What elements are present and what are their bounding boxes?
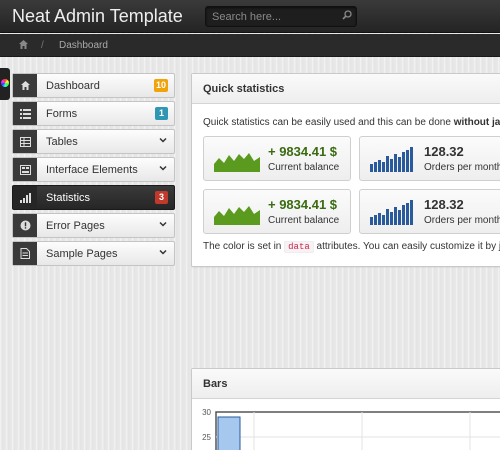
- bar-sparkline-icon: [370, 147, 413, 172]
- panel-title: Bars: [192, 369, 500, 399]
- search-icon[interactable]: [342, 10, 352, 23]
- sidebar-item-label: Error Pages: [46, 220, 105, 232]
- home-icon: [13, 74, 37, 97]
- table-icon: [13, 130, 37, 153]
- stat-value: 128.32: [424, 144, 464, 159]
- bar-chart: 30 25: [202, 408, 500, 450]
- breadcrumb-current[interactable]: Dashboard: [59, 40, 108, 51]
- note-prefix: The color is set in: [203, 241, 285, 252]
- breadcrumb: / Dashboard: [0, 34, 500, 57]
- top-navbar: Neat Admin Template: [0, 0, 500, 33]
- chevron-down-icon: [159, 165, 167, 171]
- chevron-down-icon: [159, 249, 167, 255]
- count-badge: 10: [153, 79, 168, 92]
- bars-chart-panel: Bars 30 25: [191, 368, 500, 450]
- stat-label: Orders per month: [424, 215, 500, 226]
- stat-label: Current balance: [268, 162, 340, 173]
- sidebar-item-statistics[interactable]: Statistics 3: [12, 185, 175, 210]
- color-wheel-icon: [1, 79, 9, 87]
- stat-value: + 9834.41 $: [268, 197, 338, 212]
- quick-statistics-panel: Quick statistics Quick statistics can be…: [191, 73, 500, 267]
- sidebar-item-label: Forms: [46, 108, 78, 120]
- sidebar-item-forms[interactable]: Forms 1: [12, 101, 175, 126]
- stat-value: + 9834.41 $: [268, 144, 338, 159]
- stat-label: Current balance: [268, 215, 340, 226]
- search-input[interactable]: [206, 7, 336, 26]
- stat-box-balance[interactable]: + 9834.41 $ Current balance: [203, 136, 351, 181]
- sidebar-item-label: Statistics: [46, 192, 91, 204]
- sidebar-item-sample-pages[interactable]: Sample Pages: [12, 241, 175, 266]
- intro-bold: without ja: [453, 117, 500, 128]
- list-icon: [13, 102, 37, 125]
- inline-code: data: [284, 241, 314, 253]
- plot-frame: [215, 411, 500, 450]
- pages-icon: [13, 242, 37, 265]
- sidebar-item-dashboard[interactable]: Dashboard 10: [12, 73, 175, 98]
- home-icon[interactable]: [18, 39, 29, 50]
- stat-label: Orders per month: [424, 162, 500, 173]
- count-badge: 1: [155, 107, 168, 120]
- sidebar-item-label: Sample Pages: [46, 248, 118, 260]
- y-tick-label: 30: [202, 408, 211, 417]
- theme-switcher[interactable]: [0, 68, 10, 100]
- stat-value: 128.32: [424, 197, 464, 212]
- sidebar-item-label: Dashboard: [46, 80, 100, 92]
- sidebar-item-label: Tables: [46, 136, 78, 148]
- panel-intro-text: Quick statistics can be easily used and …: [203, 117, 500, 128]
- bar-sparkline-icon: [370, 200, 413, 225]
- area-sparkline-icon: [214, 153, 260, 172]
- sidebar-item-label: Interface Elements: [46, 164, 138, 176]
- brand-title[interactable]: Neat Admin Template: [12, 6, 183, 27]
- sidebar: Dashboard 10 Forms 1 Tables Interface El…: [12, 73, 175, 269]
- y-tick-label: 25: [202, 433, 211, 442]
- statistics-icon: [13, 186, 37, 209]
- panel-title: Quick statistics: [192, 74, 500, 104]
- chevron-down-icon: [159, 137, 167, 143]
- count-badge: 3: [155, 191, 168, 204]
- area-sparkline-icon: [214, 206, 260, 225]
- breadcrumb-separator: /: [41, 40, 44, 51]
- panel-note-text: The color is set in data attributes. You…: [203, 241, 500, 253]
- stat-box-orders[interactable]: 128.32 Orders per month: [359, 189, 500, 234]
- sidebar-item-tables[interactable]: Tables: [12, 129, 175, 154]
- chevron-down-icon: [159, 221, 167, 227]
- stat-box-balance[interactable]: + 9834.41 $ Current balance: [203, 189, 351, 234]
- note-suffix: attributes. You can easily customize it …: [313, 241, 500, 252]
- sidebar-item-interface-elements[interactable]: Interface Elements: [12, 157, 175, 182]
- chart-bar: [217, 416, 241, 450]
- error-icon: [13, 214, 37, 237]
- interface-icon: [13, 158, 37, 181]
- sidebar-item-error-pages[interactable]: Error Pages: [12, 213, 175, 238]
- search-box[interactable]: [205, 6, 357, 27]
- stat-box-orders[interactable]: 128.32 Orders per month: [359, 136, 500, 181]
- intro-prefix: Quick statistics can be easily used and …: [203, 117, 454, 128]
